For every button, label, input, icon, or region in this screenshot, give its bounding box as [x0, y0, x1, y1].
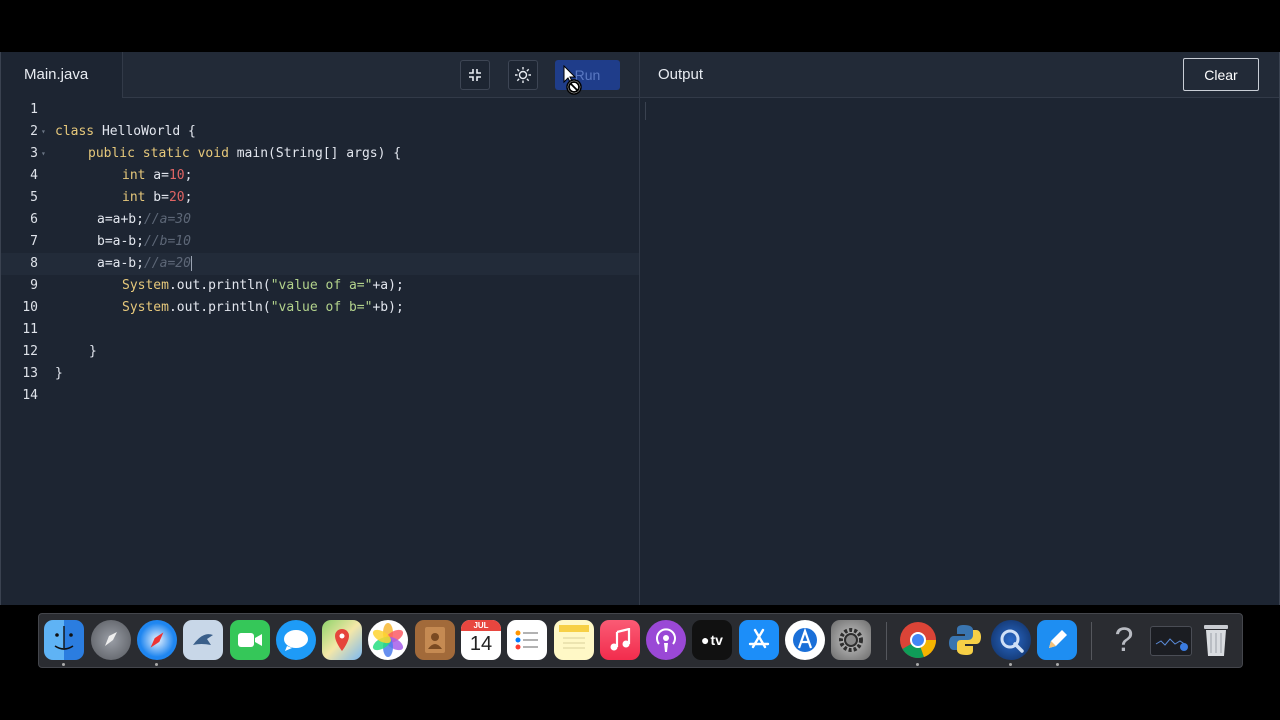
calendar-day: 14: [469, 633, 493, 655]
line-number: 8: [30, 256, 38, 271]
code-text: System.out.println("value of a="+a);: [122, 278, 404, 293]
fold-arrow-icon[interactable]: ▾: [41, 121, 46, 143]
notes-icon[interactable]: [554, 620, 594, 660]
line-number: 3: [30, 146, 38, 161]
launchpad-icon[interactable]: [91, 620, 131, 660]
apple-logo-icon: ●: [701, 632, 710, 648]
code-line[interactable]: 6 a=a+b;//a=30: [1, 209, 639, 231]
macos-dock: JUL 14 ● tv ?: [38, 613, 1243, 668]
collapse-button[interactable]: [460, 60, 490, 90]
line-number: 4: [30, 168, 38, 183]
line-number: 6: [30, 212, 38, 227]
running-indicator: [62, 663, 65, 666]
trash-icon[interactable]: [1196, 620, 1236, 660]
code-line[interactable]: 3 ▾ public static void main(String[] args)…: [1, 143, 639, 165]
sun-icon: [515, 67, 531, 83]
mail-stamp-icon[interactable]: [183, 620, 223, 660]
line-number: 2: [30, 124, 38, 139]
editor-toolbar: Main.java Run: [1, 52, 639, 98]
music-icon[interactable]: [600, 620, 640, 660]
pencil-editor-icon[interactable]: [1037, 620, 1077, 660]
online-java-compiler: Main.java Run 1 2 ▾ class HelloWorld {3 ▾ pub…: [0, 52, 1280, 605]
maps-icon[interactable]: [322, 620, 362, 660]
code-line[interactable]: 12}: [1, 341, 639, 363]
code-line[interactable]: 9 System.out.println("value of a="+a);: [1, 275, 639, 297]
file-tab-main-java[interactable]: Main.java: [1, 52, 123, 98]
code-text: System.out.println("value of b="+b);: [122, 300, 404, 315]
code-text: int a=10;: [122, 168, 193, 183]
code-text: }: [89, 344, 97, 359]
line-number: 5: [30, 190, 38, 205]
clear-button[interactable]: Clear: [1183, 58, 1259, 91]
code-line[interactable]: 14: [1, 385, 639, 407]
code-line[interactable]: 4 int a=10;: [1, 165, 639, 187]
tv-label: tv: [710, 632, 723, 648]
line-number: 9: [30, 278, 38, 293]
reminders-icon[interactable]: [507, 620, 547, 660]
collapse-icon: [469, 69, 481, 81]
code-editor[interactable]: 1 2 ▾ class HelloWorld {3 ▾ public static voi…: [1, 99, 639, 407]
code-text: class HelloWorld {: [55, 124, 196, 139]
photos-icon[interactable]: [368, 620, 408, 660]
line-number: 12: [22, 344, 38, 359]
output-scroll-edge: [645, 102, 646, 120]
code-text: public static void main(String[] args) {: [88, 146, 402, 161]
code-text: a=a+b;//a=30: [97, 212, 191, 227]
messages-icon[interactable]: [276, 620, 316, 660]
xcode-instruments-icon[interactable]: [785, 620, 825, 660]
running-indicator: [916, 663, 919, 666]
chrome-icon[interactable]: [898, 620, 938, 660]
code-line[interactable]: 5 int b=20;: [1, 187, 639, 209]
code-text: a=a-b;//a=20: [97, 256, 192, 271]
help-icon[interactable]: ?: [1104, 620, 1144, 660]
app-store-icon[interactable]: [739, 620, 779, 660]
code-text: }: [55, 366, 63, 381]
code-line[interactable]: 11: [1, 319, 639, 341]
code-line[interactable]: 1: [1, 99, 639, 121]
output-title: Output: [658, 66, 704, 83]
code-line[interactable]: 10 System.out.println("value of b="+b);: [1, 297, 639, 319]
line-number: 10: [22, 300, 38, 315]
screen-recording-icon[interactable]: [1150, 626, 1192, 656]
dock-separator: [886, 622, 887, 660]
calendar-icon[interactable]: JUL 14: [461, 620, 501, 660]
apple-tv-icon[interactable]: ● tv: [692, 620, 732, 660]
safari-icon[interactable]: [137, 620, 177, 660]
code-text: int b=20;: [122, 190, 193, 205]
line-number: 7: [30, 234, 38, 249]
output-panel: [640, 98, 1279, 605]
line-number: 11: [22, 322, 38, 337]
system-preferences-icon[interactable]: [831, 620, 871, 660]
line-number: 13: [22, 366, 38, 381]
quicktime-icon[interactable]: [991, 620, 1031, 660]
code-line[interactable]: 8 a=a-b;//a=20: [1, 253, 639, 275]
python-launcher-icon[interactable]: [945, 620, 985, 660]
calendar-month: JUL: [461, 620, 501, 631]
not-allowed-cursor-icon: [563, 65, 582, 95]
code-line[interactable]: 7 b=a-b;//b=10: [1, 231, 639, 253]
output-header: Output Clear: [640, 52, 1279, 98]
contacts-icon[interactable]: [415, 620, 455, 660]
running-indicator: [1009, 663, 1012, 666]
dock-separator: [1091, 622, 1092, 660]
line-number: 1: [30, 102, 38, 117]
theme-toggle-button[interactable]: [508, 60, 538, 90]
running-indicator: [155, 663, 158, 666]
finder-icon[interactable]: [44, 620, 84, 660]
code-text: b=a-b;//b=10: [97, 234, 191, 249]
line-number: 14: [22, 388, 38, 403]
facetime-icon[interactable]: [230, 620, 270, 660]
running-indicator: [1056, 663, 1059, 666]
code-line[interactable]: 13}: [1, 363, 639, 385]
code-line[interactable]: 2 ▾ class HelloWorld {: [1, 121, 639, 143]
fold-arrow-icon[interactable]: ▾: [41, 143, 46, 165]
podcasts-icon[interactable]: [646, 620, 686, 660]
